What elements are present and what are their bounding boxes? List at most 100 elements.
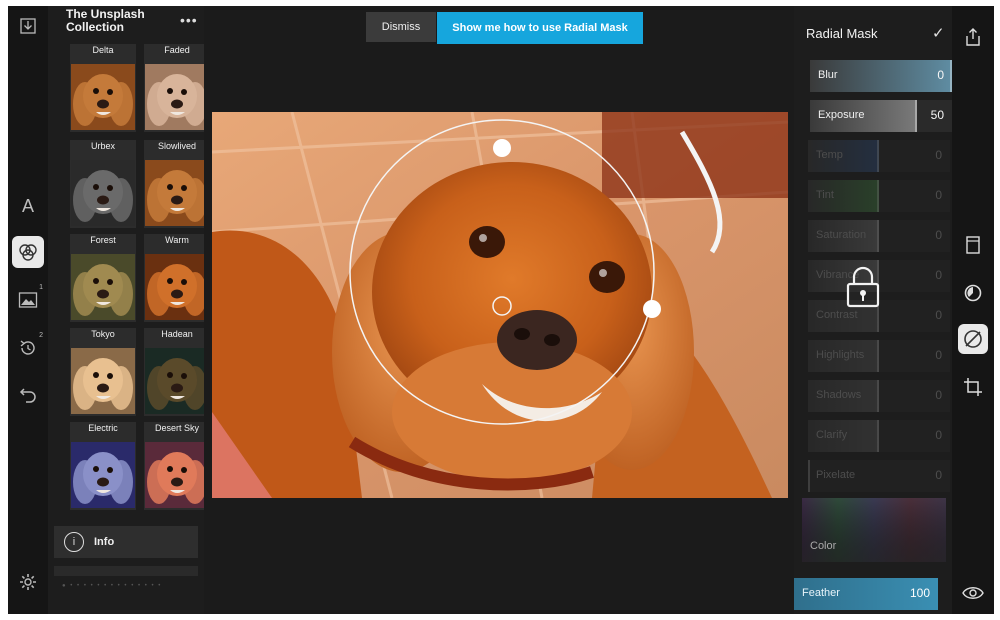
- filter-thumbnail: [145, 442, 209, 508]
- slider-value: 0: [935, 228, 942, 242]
- filter-name: Slowlived: [157, 141, 197, 151]
- slider-knob: [808, 460, 810, 492]
- slider-knob: [915, 100, 917, 132]
- text-icon[interactable]: A: [12, 190, 44, 222]
- adjust-slider[interactable]: Blur 0: [810, 60, 952, 92]
- filter-card[interactable]: Hadean: [144, 328, 210, 416]
- color-label: Color: [810, 540, 837, 552]
- filter-card[interactable]: Warm: [144, 234, 210, 322]
- filter-card[interactable]: Electric: [70, 422, 136, 510]
- right-toolbar: [952, 6, 994, 614]
- filter-card[interactable]: Delta: [70, 44, 136, 132]
- filter-thumbnail: [145, 64, 209, 130]
- lock-icon: [846, 266, 880, 308]
- confirm-check-icon[interactable]: ✓: [932, 24, 945, 42]
- dog-photo-illustration: [212, 112, 788, 498]
- filter-name: Warm: [165, 235, 189, 245]
- slider-label: Shadows: [816, 389, 862, 401]
- adjust-slider: Shadows 0: [808, 380, 950, 412]
- panel-title: Radial Mask: [806, 26, 878, 41]
- feather-value: 100: [909, 586, 930, 600]
- filter-name: Electric: [88, 423, 118, 433]
- edited-photo[interactable]: [212, 112, 788, 498]
- slider-label: Tint: [816, 189, 834, 201]
- filter-card[interactable]: Slowlived: [144, 140, 210, 228]
- slider-knob: [877, 180, 879, 212]
- filter-thumbnail: [71, 442, 135, 508]
- radial-mask-icon[interactable]: [958, 278, 988, 308]
- slider-value: 0: [935, 428, 942, 442]
- left-toolbar: A 1 2: [8, 6, 48, 614]
- more-options-icon[interactable]: •••: [180, 12, 198, 28]
- overlay-badge: 1: [39, 284, 43, 291]
- eye-icon[interactable]: [958, 578, 988, 608]
- adjust-slider: Saturation 0: [808, 220, 950, 252]
- slider-label: Contrast: [816, 309, 858, 321]
- slider-label: Exposure: [818, 109, 865, 121]
- slider-value: 0: [935, 148, 942, 162]
- adjust-slider: Tint 0: [808, 180, 950, 212]
- filter-name: Faded: [164, 45, 190, 55]
- adjust-slider: Temp 0: [808, 140, 950, 172]
- filter-thumbnail: [145, 348, 209, 414]
- slider-value: 0: [935, 188, 942, 202]
- collection-scroll-strip: [54, 566, 198, 576]
- collection-title: The Unsplash Collection: [66, 7, 145, 34]
- filter-name: Delta: [92, 45, 114, 55]
- slider-value: 0: [935, 348, 942, 362]
- crop-icon[interactable]: [958, 372, 988, 402]
- filter-thumbnail: [145, 160, 209, 226]
- filter-name: Desert Sky: [154, 423, 199, 433]
- filter-name: Urbex: [90, 141, 115, 151]
- show-me-radial-mask-button[interactable]: Show me how to use Radial Mask: [437, 12, 643, 44]
- slider-knob: [877, 420, 879, 452]
- slider-value: 0: [935, 268, 942, 282]
- filters-icon[interactable]: [12, 236, 44, 268]
- adjust-slider[interactable]: Exposure 50: [810, 100, 952, 132]
- slider-knob: [877, 140, 879, 172]
- filter-card[interactable]: Tokyo: [70, 328, 136, 416]
- slider-knob: [877, 340, 879, 372]
- filter-card[interactable]: Forest: [70, 234, 136, 322]
- share-icon[interactable]: [958, 22, 988, 52]
- slider-value: 0: [935, 388, 942, 402]
- frame-icon[interactable]: [958, 230, 988, 260]
- filter-card[interactable]: Faded: [144, 44, 210, 132]
- adjust-slider: Pixelate 0: [808, 460, 950, 492]
- history-icon[interactable]: 2: [12, 332, 44, 364]
- slider-value: 0: [937, 68, 944, 82]
- filter-thumbnail: [71, 160, 135, 226]
- feather-label: Feather: [802, 587, 840, 599]
- filter-card[interactable]: Urbex: [70, 140, 136, 228]
- slider-label: Saturation: [816, 229, 867, 241]
- adjust-slider: Clarify 0: [808, 420, 950, 452]
- dismiss-button[interactable]: Dismiss: [366, 12, 436, 42]
- slider-value: 0: [935, 308, 942, 322]
- slider-label: Temp: [816, 149, 843, 161]
- color-gradient: [802, 498, 946, 562]
- gear-icon[interactable]: [12, 566, 44, 598]
- slider-knob: [877, 220, 879, 252]
- color-picker[interactable]: Color: [802, 498, 946, 562]
- slider-value: 0: [935, 468, 942, 482]
- slider-label: Pixelate: [816, 469, 856, 481]
- filter-name: Hadean: [161, 329, 193, 339]
- image-icon[interactable]: 1: [12, 284, 44, 316]
- download-icon[interactable]: [12, 10, 44, 42]
- filter-thumbnail: [71, 64, 135, 130]
- slider-knob: [877, 380, 879, 412]
- filter-card[interactable]: Desert Sky: [144, 422, 210, 510]
- filter-thumbnail: [71, 348, 135, 414]
- mask-icon[interactable]: [958, 324, 988, 354]
- feather-slider[interactable]: Feather 100: [794, 578, 938, 610]
- pagination-dots[interactable]: ● • • • • • • • • • • • • • •: [62, 583, 162, 589]
- adjust-slider: Highlights 0: [808, 340, 950, 372]
- info-button[interactable]: i Info: [54, 526, 198, 558]
- slider-label: Clarify: [816, 429, 848, 441]
- filter-name: Tokyo: [91, 329, 115, 339]
- filter-name: Forest: [90, 235, 116, 245]
- undo-icon[interactable]: [12, 378, 44, 410]
- filter-thumbnail: [71, 254, 135, 320]
- info-icon: i: [64, 532, 84, 552]
- slider-value: 50: [930, 108, 944, 122]
